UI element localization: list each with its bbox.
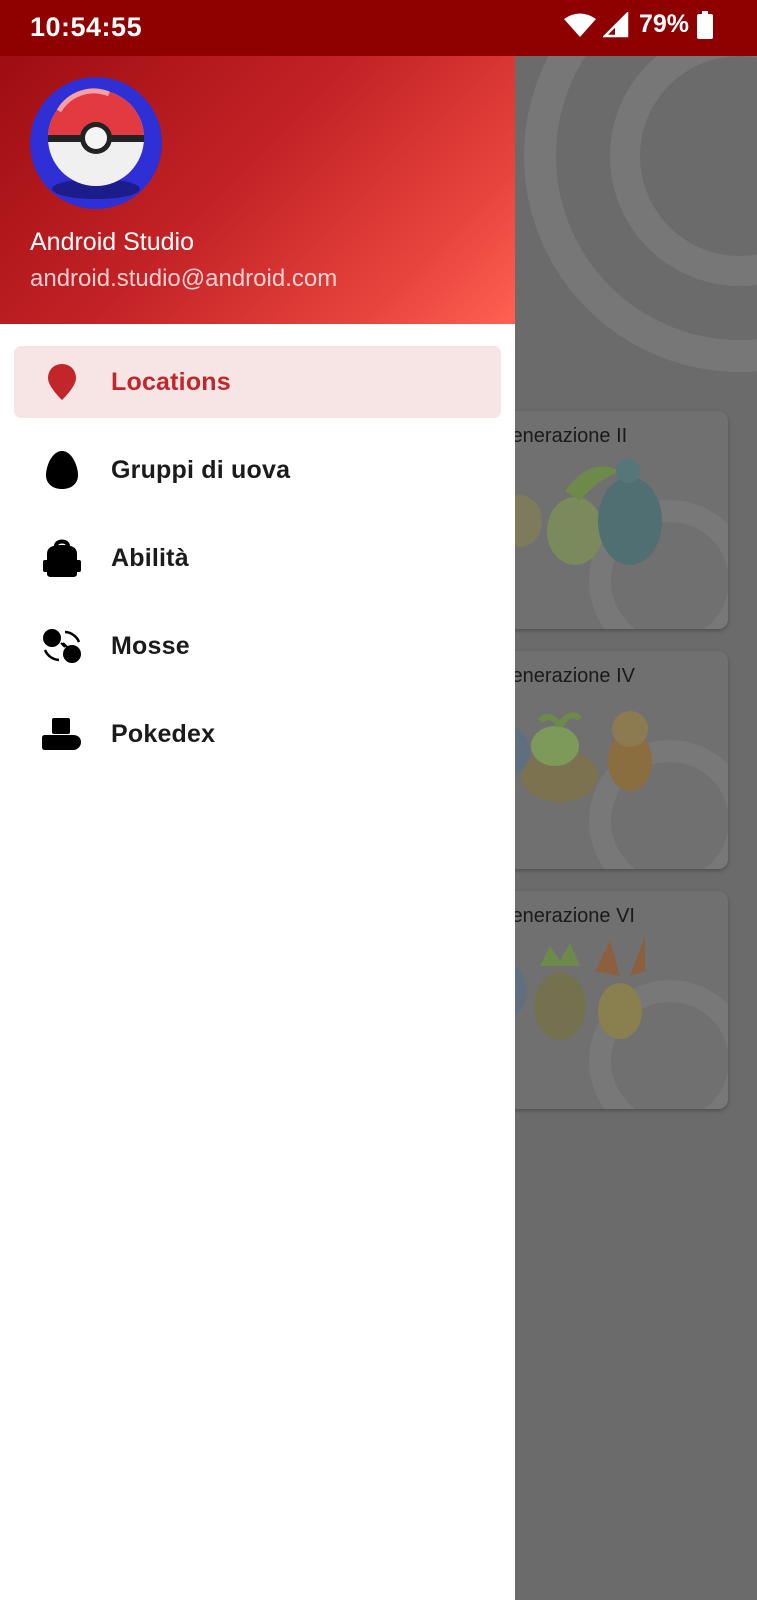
egg-icon [40, 448, 84, 492]
user-email: android.studio@android.com [30, 265, 338, 292]
drawer-header: Android Studio android.studio@android.co… [0, 56, 515, 324]
drawer-menu: Locations Gruppi di uova Abilità Mosse P [0, 346, 515, 786]
status-icons: 79% [563, 10, 713, 39]
battery-percent: 79% [638, 10, 689, 38]
menu-item-locations[interactable]: Locations [14, 346, 501, 418]
menu-item-pokedex[interactable]: Pokedex [14, 698, 501, 770]
menu-item-egg-groups[interactable]: Gruppi di uova [14, 434, 501, 506]
menu-item-label: Pokedex [111, 719, 216, 748]
menu-item-label: Abilità [111, 543, 189, 572]
pokeball-icon [30, 77, 162, 209]
menu-item-label: Mosse [111, 631, 190, 660]
menu-item-moves[interactable]: Mosse [14, 610, 501, 682]
moves-icon [40, 624, 84, 668]
wifi-icon [563, 12, 597, 38]
user-name: Android Studio [30, 228, 195, 256]
status-bar: 10:54:55 79% [0, 0, 757, 56]
menu-item-label: Locations [111, 367, 231, 396]
pokedex-icon [40, 712, 84, 756]
avatar[interactable] [29, 76, 163, 210]
menu-item-abilities[interactable]: Abilità [14, 522, 501, 594]
signal-icon [602, 11, 629, 38]
battery-icon [697, 10, 713, 39]
menu-item-label: Gruppi di uova [111, 455, 291, 484]
location-pin-icon [40, 360, 84, 404]
status-time: 10:54:55 [30, 12, 143, 42]
backpack-icon [40, 536, 84, 580]
navigation-drawer: Android Studio android.studio@android.co… [0, 56, 515, 1600]
